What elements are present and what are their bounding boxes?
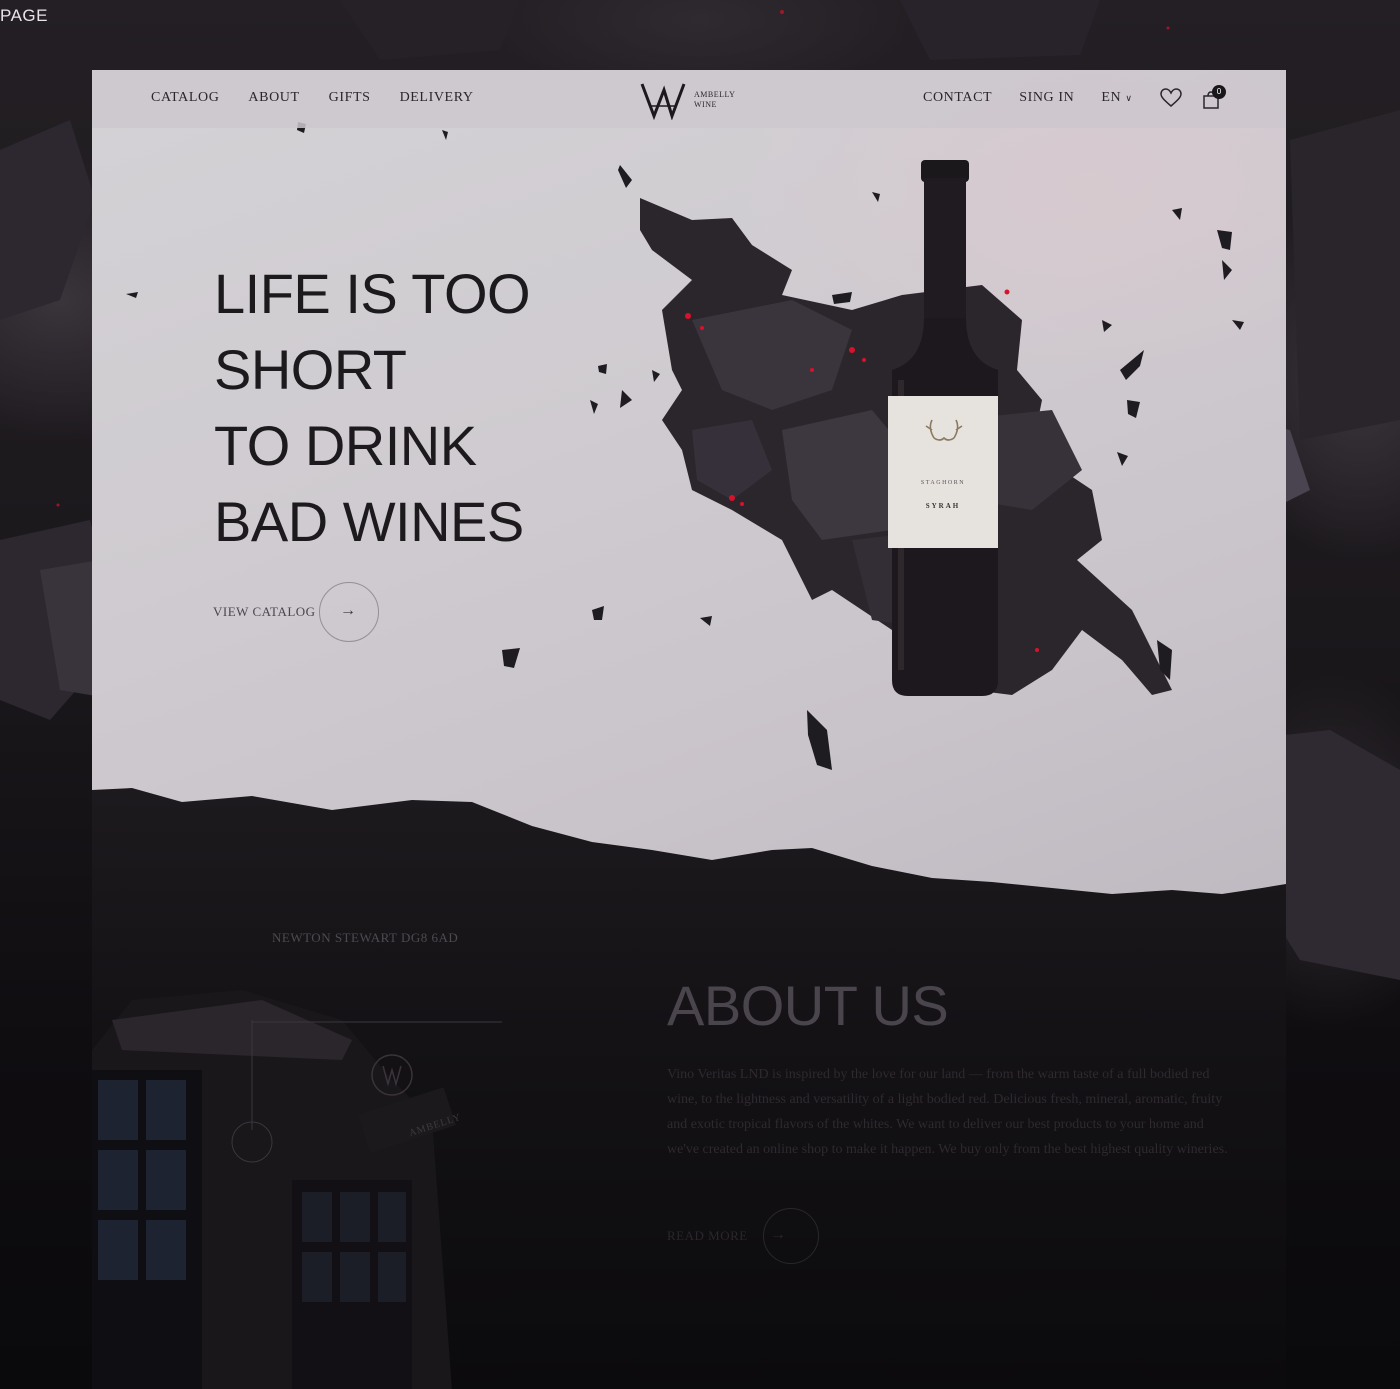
chevron-down-icon: ∨ <box>1125 93 1133 103</box>
ambelly-monogram-icon <box>640 83 686 120</box>
wishlist-heart-icon[interactable] <box>1160 88 1182 113</box>
language-selector[interactable]: EN ∨ <box>1101 90 1132 106</box>
nav-link-sign-in[interactable]: SING IN <box>1019 90 1074 106</box>
nav-right-links: CONTACT SING IN EN ∨ <box>923 90 1133 106</box>
nav-link-contact[interactable]: CONTACT <box>923 90 992 106</box>
bottle-label-producer: STAGHORN <box>920 480 966 486</box>
arrow-right-icon: → <box>770 1226 786 1243</box>
view-catalog-label: VIEW CATALOG <box>213 604 316 619</box>
headline-line: SHORT <box>214 338 407 401</box>
read-more-label: READ MORE <box>667 1228 748 1243</box>
page-corner-label: PAGE <box>0 6 48 25</box>
headline-line: TO DRINK <box>214 414 477 477</box>
language-label: EN <box>1101 90 1122 105</box>
cart-count-badge: 0 <box>1212 85 1226 99</box>
storefront-photo <box>92 990 502 1389</box>
nav-link-catalog[interactable]: CATALOG <box>151 90 219 106</box>
bottle-label-varietal: SYRAH <box>925 502 961 510</box>
nav-left-links: CATALOG ABOUT GIFTS DELIVERY <box>151 90 474 106</box>
nav-link-delivery[interactable]: DELIVERY <box>400 90 474 106</box>
wine-bottle <box>888 160 998 696</box>
about-us-title: ABOUT US <box>667 974 949 1037</box>
hero-headline: LIFE IS TOO SHORT TO DRINK BAD WINES <box>214 256 614 560</box>
top-navigation: CATALOG ABOUT GIFTS DELIVERY AMBELLY WIN… <box>92 70 1286 128</box>
view-catalog-button[interactable]: VIEW CATALOG → <box>213 582 383 642</box>
brand-logo-text: AMBELLY WINE <box>694 90 736 109</box>
arrow-right-icon: → <box>340 602 356 619</box>
nav-link-about[interactable]: ABOUT <box>248 90 299 106</box>
about-us-body: Vino Veritas LND is inspired by the love… <box>667 1067 1228 1157</box>
headline-line: BAD WINES <box>214 490 524 553</box>
cart-bag-icon[interactable]: 0 <box>1202 85 1226 114</box>
read-more-button[interactable]: READ MORE → <box>667 1208 827 1264</box>
brand-logo[interactable]: AMBELLY WINE <box>640 78 750 122</box>
store-address: NEWTON STEWART DG8 6AD <box>272 930 459 945</box>
website-frame: STAGHORN SYRAH CATALOG ABOUT GIFTS DELIV… <box>92 70 1286 1389</box>
nav-link-gifts[interactable]: GIFTS <box>329 90 371 106</box>
headline-line: LIFE IS TOO <box>214 262 531 325</box>
